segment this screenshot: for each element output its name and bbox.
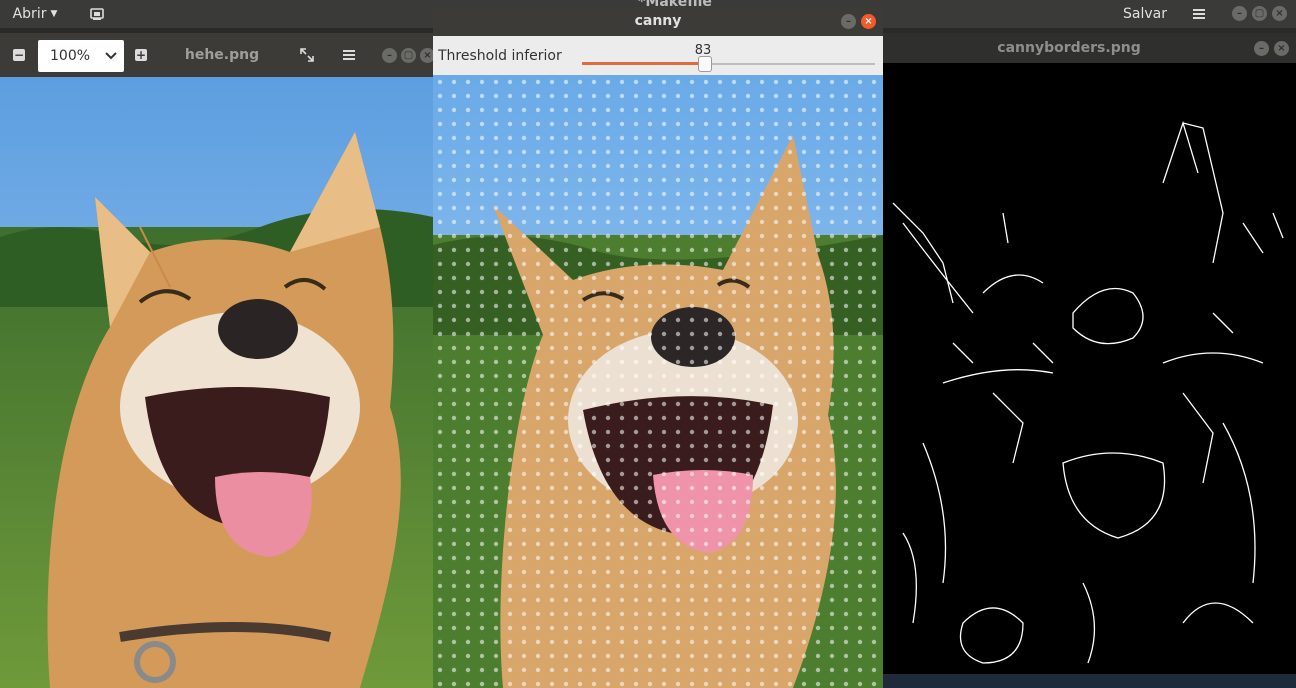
hamburger-menu-icon — [1193, 9, 1205, 19]
viewer-headerbar: − 100% + hehe.png – ▢ × — [0, 33, 435, 77]
zoom-out-button[interactable]: − — [4, 41, 34, 69]
canny-edges-image — [883, 63, 1296, 674]
editor-menu-button[interactable] — [1184, 2, 1214, 26]
minimize-icon: – — [1259, 42, 1264, 54]
canny-title: canny — [634, 13, 682, 29]
viewer-maximize-button[interactable]: ▢ — [401, 48, 416, 63]
borders-titlebar: cannyborders.png – × — [883, 33, 1296, 63]
chevron-down-icon: ▼ — [50, 9, 58, 19]
threshold-label: Threshold inferior — [438, 48, 562, 64]
chevron-down-icon — [105, 52, 117, 60]
fullscreen-icon — [300, 48, 314, 62]
close-icon: × — [864, 15, 873, 27]
canny-titlebar: canny – × — [433, 7, 883, 36]
open-button[interactable]: Abrir ▼ — [4, 2, 66, 26]
zoom-value: 100% — [50, 48, 91, 64]
viewer-minimize-button[interactable]: – — [382, 48, 397, 63]
canny-controls: Threshold inferior 83 — [433, 36, 883, 75]
slider-fill — [582, 62, 705, 65]
viewer-filename: hehe.png — [184, 47, 260, 63]
dog-photo — [0, 77, 433, 688]
borders-close-button[interactable]: × — [1274, 41, 1289, 56]
close-icon: × — [1277, 42, 1286, 54]
editor-minimize-button[interactable]: – — [1232, 6, 1247, 21]
recent-documents-button[interactable] — [82, 2, 112, 26]
recent-documents-icon — [90, 8, 104, 20]
bottom-strip — [883, 674, 1296, 688]
hamburger-menu-icon — [343, 50, 355, 60]
canny-close-button[interactable]: × — [861, 14, 876, 29]
borders-title: cannyborders.png — [997, 40, 1141, 56]
close-icon: × — [1275, 7, 1284, 19]
borders-minimize-button[interactable]: – — [1254, 41, 1269, 56]
minus-icon: − — [13, 48, 25, 62]
zoom-select[interactable]: 100% — [38, 40, 124, 72]
zoom-in-button[interactable]: + — [126, 41, 156, 69]
viewer-menu-button[interactable] — [334, 41, 364, 69]
minimize-icon: – — [846, 15, 851, 27]
minimize-icon: – — [387, 49, 392, 61]
plus-icon: + — [135, 48, 147, 62]
save-button[interactable]: Salvar — [1116, 2, 1174, 26]
editor-maximize-button[interactable]: ▢ — [1252, 6, 1267, 21]
open-button-label: Abrir — [12, 6, 47, 22]
maximize-icon: ▢ — [403, 49, 414, 61]
maximize-icon: ▢ — [1254, 7, 1265, 19]
slider-handle[interactable] — [698, 56, 712, 72]
canny-preview-image — [433, 75, 883, 688]
fullscreen-button[interactable] — [292, 41, 322, 69]
threshold-slider[interactable] — [582, 56, 875, 72]
minimize-icon: – — [1237, 7, 1242, 19]
editor-close-button[interactable]: × — [1272, 6, 1287, 21]
canny-minimize-button[interactable]: – — [841, 14, 856, 29]
close-icon: × — [423, 49, 432, 61]
